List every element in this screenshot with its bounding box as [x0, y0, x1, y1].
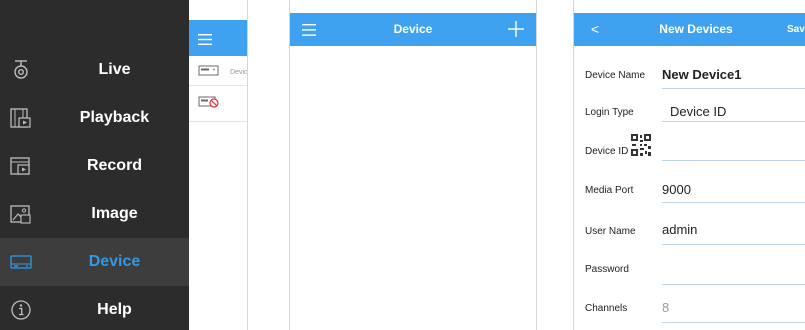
channels-field[interactable]: 8: [662, 300, 669, 315]
device-list-screen: Device: [289, 0, 537, 330]
user-name-field[interactable]: admin: [662, 222, 697, 237]
side-menu-screen: Live Playback Record Image Device Help D…: [0, 0, 248, 330]
title-bar: Device: [290, 13, 536, 46]
help-icon: [9, 299, 33, 321]
live-camera-icon: [9, 59, 33, 81]
device-name-label: Device Name: [585, 70, 646, 81]
qr-code-scan-icon[interactable]: [631, 134, 651, 158]
device-name-label: Devic: [230, 69, 248, 76]
new-device-screen: < New Devices Save Device Name New Devic…: [573, 0, 805, 330]
device-list-peek: Devic: [189, 0, 248, 330]
device-dvr-icon: [198, 64, 220, 76]
menu-item-device[interactable]: Device: [0, 238, 189, 286]
device-offline-icon: [198, 95, 220, 108]
image-icon: [9, 203, 33, 225]
menu-item-label: Help: [97, 301, 132, 318]
playback-film-icon: [9, 107, 33, 129]
device-dvr-icon: [9, 251, 33, 273]
title-bar: < New Devices Save: [574, 13, 805, 46]
page-title: New Devices: [659, 22, 733, 36]
login-type-select[interactable]: Device ID: [670, 104, 726, 119]
menu-item-label: Device: [88, 253, 141, 270]
divider: [662, 121, 805, 122]
list-item[interactable]: Devic: [189, 56, 248, 86]
menu-item-label: Live: [98, 61, 131, 78]
peek-title-bar: [189, 20, 247, 56]
password-label: Password: [585, 264, 629, 275]
side-menu: Live Playback Record Image Device Help: [0, 0, 189, 330]
divider: [662, 88, 805, 89]
menu-item-label: Image: [91, 205, 138, 222]
divider: [662, 160, 805, 161]
menu-hamburger-icon[interactable]: [198, 32, 212, 45]
record-video-icon: [9, 155, 33, 177]
divider: [662, 244, 805, 245]
list-item[interactable]: [189, 86, 247, 122]
media-port-field[interactable]: 9000: [662, 182, 691, 197]
menu-item-help[interactable]: Help: [0, 286, 189, 330]
menu-item-image[interactable]: Image: [0, 190, 189, 238]
menu-item-label: Record: [86, 157, 143, 174]
divider: [662, 202, 805, 203]
menu-item-label: Playback: [79, 109, 150, 126]
device-id-label: Device ID: [585, 146, 629, 157]
divider: [662, 322, 805, 323]
user-name-label: User Name: [585, 226, 636, 237]
menu-item-live[interactable]: Live: [0, 46, 189, 94]
media-port-label: Media Port: [585, 185, 634, 196]
save-button[interactable]: Save: [787, 13, 805, 46]
login-type-label: Login Type: [585, 107, 634, 118]
menu-item-playback[interactable]: Playback: [0, 94, 189, 142]
device-name-field[interactable]: New Device1: [662, 67, 742, 82]
channels-label: Channels: [585, 303, 628, 314]
page-title: Device: [393, 22, 433, 36]
divider: [662, 284, 805, 285]
menu-item-record[interactable]: Record: [0, 142, 189, 190]
add-device-icon[interactable]: [508, 21, 524, 37]
